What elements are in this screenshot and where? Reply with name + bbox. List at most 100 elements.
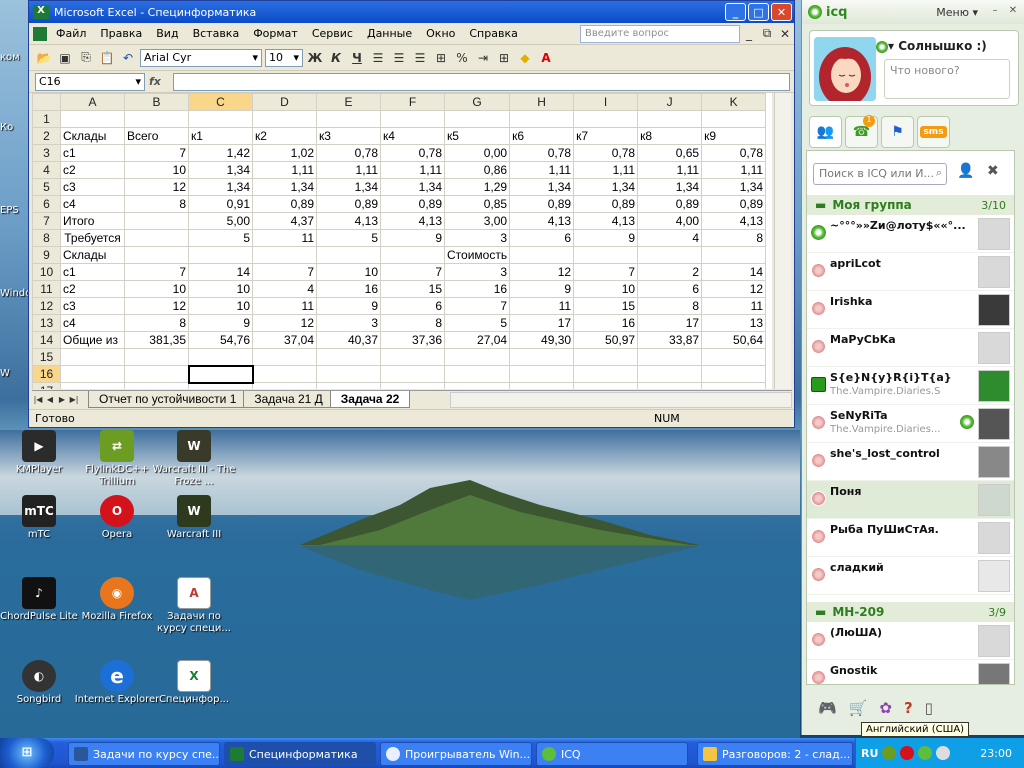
cell[interactable]: 1,11 (252, 161, 317, 179)
cell[interactable] (701, 110, 767, 128)
cell[interactable]: 50,97 (573, 331, 639, 349)
desktop-icon-chordpulse[interactable]: ♪ ChordPulse Lite (0, 577, 82, 623)
row-header[interactable]: 7 (32, 212, 61, 230)
row-header[interactable]: 6 (32, 195, 61, 213)
cell[interactable]: 7 (573, 263, 639, 281)
search-input[interactable]: Поиск в ICQ или И... ⌕ (813, 163, 947, 185)
font-name-select[interactable]: Arial Cyr ▾ (140, 48, 262, 67)
cell[interactable]: 10 (188, 280, 253, 298)
prev-sheet-button[interactable]: ◀ (44, 395, 56, 404)
desktop-icon-internet-explorer[interactable]: e Internet Explorer (74, 660, 160, 706)
cell[interactable]: 12 (701, 280, 767, 298)
cell[interactable]: 0,78 (509, 144, 575, 162)
desktop-icon-kmplayer[interactable]: ▶ KMPlayer (0, 430, 82, 476)
row-header[interactable]: 13 (32, 314, 61, 332)
cell[interactable] (509, 365, 575, 383)
cell[interactable]: 54,76 (188, 331, 253, 349)
first-sheet-button[interactable]: |◀ (32, 395, 44, 404)
vertical-scrollbar[interactable] (774, 93, 791, 389)
contact-item[interactable]: ~°°°»»Zи@лоту$««°... (807, 215, 1014, 253)
contact-item[interactable]: сладкий (807, 557, 1014, 595)
column-header[interactable]: A (60, 93, 125, 111)
cell[interactable]: 0,78 (701, 144, 767, 162)
cell[interactable] (124, 348, 189, 366)
spreadsheet-grid[interactable]: ABCDEFGHIJK 1 2 Склады Всего к1 к2 к3 к4 к5 к6 к7 к… (32, 93, 772, 389)
volume-icon[interactable] (936, 746, 951, 760)
cell[interactable]: 0,78 (380, 144, 445, 162)
column-header[interactable]: K (701, 93, 767, 111)
underline-button[interactable]: Ч (348, 49, 366, 67)
cell[interactable]: 0,89 (509, 195, 575, 213)
menu-data[interactable]: Данные (360, 27, 419, 40)
cell[interactable]: 6 (637, 280, 703, 298)
cell[interactable] (701, 348, 767, 366)
cell[interactable]: 16 (443, 280, 511, 298)
bold-button[interactable]: Ж (306, 49, 324, 67)
column-header[interactable]: F (380, 93, 445, 111)
contact-item[interactable]: (ЛюША) (807, 622, 1014, 660)
doc-minimize-button[interactable]: _ (740, 25, 758, 43)
icq-tray-icon[interactable] (918, 746, 933, 760)
desktop-icon-warcraft-frozen-throne[interactable]: W Warcraft III - The Froze ... (151, 430, 237, 488)
cell[interactable]: 8 (380, 314, 445, 332)
row-header[interactable]: 8 (32, 229, 61, 247)
row-header[interactable]: 1 (32, 110, 61, 128)
cell[interactable]: 1,34 (701, 178, 767, 196)
cell[interactable]: с3 (60, 178, 125, 196)
select-all-corner[interactable] (32, 93, 61, 111)
cell[interactable]: Стоимость (443, 246, 511, 264)
indent-icon[interactable]: ⇥ (474, 49, 492, 67)
group-header[interactable]: ▬ МН-209 3/9 (807, 602, 1014, 622)
cell[interactable]: к6 (509, 127, 575, 145)
cell[interactable] (380, 110, 445, 128)
borders-icon[interactable]: ⊞ (495, 49, 513, 67)
cell[interactable]: Итого (60, 212, 125, 230)
cell[interactable]: 5 (188, 229, 253, 247)
paste-icon[interactable]: 📋 (98, 49, 116, 67)
align-center-icon[interactable]: ☰ (390, 49, 408, 67)
contact-item[interactable]: Рыба ПуШиСтАя. (807, 519, 1014, 557)
cell[interactable]: 1,42 (188, 144, 253, 162)
cell[interactable]: Общие из (60, 331, 125, 349)
row-header[interactable]: 3 (32, 144, 61, 162)
cell[interactable]: 4,13 (380, 212, 445, 230)
cell[interactable]: 12 (124, 178, 189, 196)
cell[interactable]: к1 (188, 127, 253, 145)
cell[interactable]: 1,34 (188, 161, 253, 179)
cell[interactable]: 11 (252, 229, 317, 247)
minimize-button[interactable]: – (988, 5, 1002, 19)
cell[interactable]: 1,34 (316, 178, 381, 196)
percent-button[interactable]: % (453, 49, 471, 67)
cell[interactable]: 4,13 (509, 212, 575, 230)
taskbar-button[interactable]: Разговоров: 2 - слад... (697, 742, 853, 766)
row-header[interactable]: 17 (32, 382, 61, 389)
desktop-icon-mtc[interactable]: mTC mTC (0, 495, 82, 541)
column-header[interactable]: E (316, 93, 381, 111)
cell[interactable] (124, 246, 189, 264)
cell[interactable]: с4 (60, 195, 125, 213)
column-header[interactable]: I (573, 93, 639, 111)
cell[interactable] (701, 382, 767, 389)
maximize-button[interactable]: □ (748, 3, 769, 21)
workbook-icon[interactable] (33, 26, 47, 41)
contact-item[interactable]: apriLcot (807, 253, 1014, 291)
cell[interactable]: 0,91 (188, 195, 253, 213)
profile-nickname[interactable]: ▾ Солнышко :) (888, 39, 987, 53)
cell[interactable]: 3 (443, 229, 511, 247)
menu-insert[interactable]: Вставка (186, 27, 247, 40)
align-right-icon[interactable]: ☰ (411, 49, 429, 67)
cell[interactable]: с2 (60, 161, 125, 179)
cell[interactable]: 10 (124, 280, 189, 298)
cell[interactable]: 40,37 (316, 331, 381, 349)
cell[interactable]: 381,35 (124, 331, 189, 349)
cell[interactable]: к4 (380, 127, 445, 145)
cell[interactable]: Склады (60, 246, 125, 264)
cell[interactable]: 11 (509, 297, 575, 315)
cell[interactable]: 12 (509, 263, 575, 281)
cell[interactable]: 9 (380, 229, 445, 247)
column-header[interactable]: D (252, 93, 317, 111)
cell[interactable]: 7 (252, 263, 317, 281)
cell[interactable]: 1,29 (443, 178, 511, 196)
cell[interactable] (316, 246, 381, 264)
cell[interactable]: 11 (701, 297, 767, 315)
